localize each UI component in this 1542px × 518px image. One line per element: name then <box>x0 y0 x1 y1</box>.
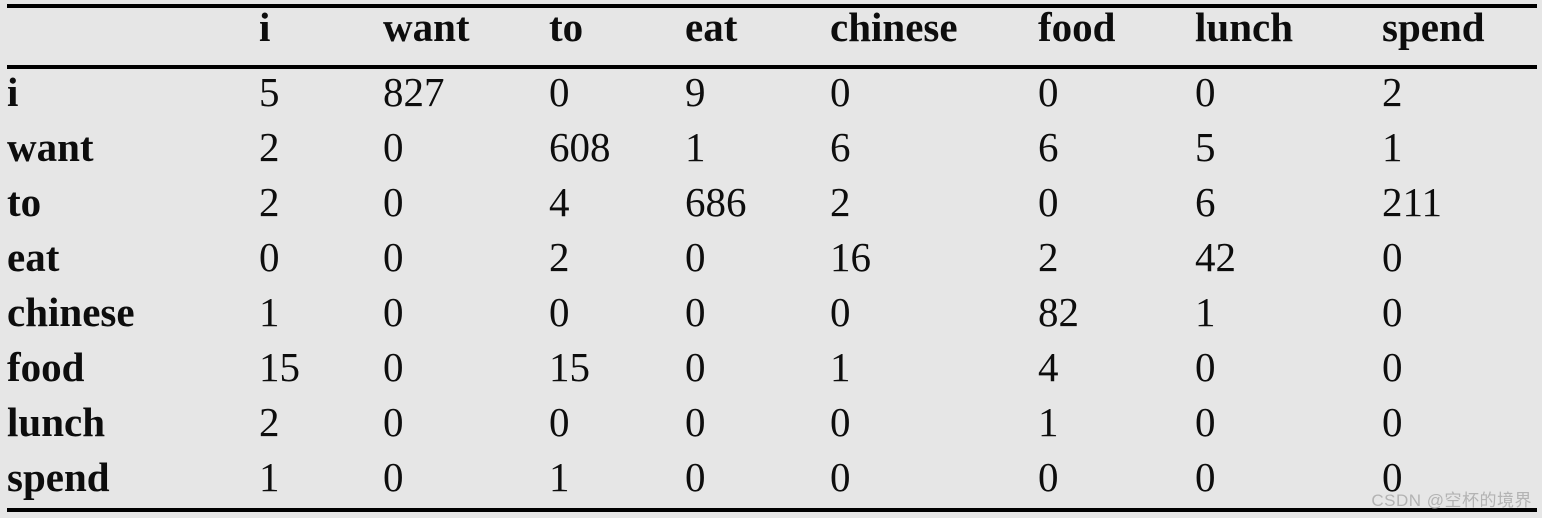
row-label-i: i <box>7 69 19 115</box>
cell-i-i: 5 <box>259 69 280 115</box>
row-label-to: to <box>7 179 42 225</box>
table-bottom-rule <box>7 508 1537 512</box>
cell-food-want: 0 <box>383 344 404 390</box>
cell-chinese-i: 1 <box>259 289 280 335</box>
table-body: i 5 827 0 9 0 0 0 2 want 2 0 608 1 6 6 5 1 to 2 0 4 686 2 0 6 211 e… <box>7 65 1537 505</box>
cell-eat-to: 2 <box>549 234 570 280</box>
cell-spend-lunch: 0 <box>1195 454 1216 500</box>
cell-to-eat: 686 <box>685 179 747 225</box>
table-corner-cell <box>7 0 259 65</box>
cell-chinese-want: 0 <box>383 289 404 335</box>
cell-chinese-spend: 0 <box>1382 289 1403 335</box>
cell-eat-eat: 0 <box>685 234 706 280</box>
cell-i-spend: 2 <box>1382 69 1403 115</box>
table-row: i 5 827 0 9 0 0 0 2 <box>7 65 1537 120</box>
cell-lunch-chinese: 0 <box>830 399 851 445</box>
cell-to-lunch: 6 <box>1195 179 1216 225</box>
cell-i-eat: 9 <box>685 69 706 115</box>
table-row: to 2 0 4 686 2 0 6 211 <box>7 175 1537 230</box>
cell-want-chinese: 6 <box>830 124 851 170</box>
table-row: want 2 0 608 1 6 6 5 1 <box>7 120 1537 175</box>
cell-eat-chinese: 16 <box>830 234 871 280</box>
cell-chinese-to: 0 <box>549 289 570 335</box>
column-header-chinese: chinese <box>830 4 958 50</box>
row-label-spend: spend <box>7 454 110 500</box>
cell-want-to: 608 <box>549 124 611 170</box>
column-header-eat: eat <box>685 4 738 50</box>
table-row: eat 0 0 2 0 16 2 42 0 <box>7 230 1537 285</box>
cell-eat-i: 0 <box>259 234 280 280</box>
cell-chinese-chinese: 0 <box>830 289 851 335</box>
cell-i-lunch: 0 <box>1195 69 1216 115</box>
bigram-count-matrix-figure: i want to eat chinese food lunch spend i… <box>0 0 1542 518</box>
cell-spend-spend: 0 <box>1382 454 1403 500</box>
cell-food-chinese: 1 <box>830 344 851 390</box>
cell-lunch-spend: 0 <box>1382 399 1403 445</box>
column-header-food: food <box>1038 4 1116 50</box>
bigram-count-table: i want to eat chinese food lunch spend i… <box>7 0 1537 505</box>
cell-chinese-lunch: 1 <box>1195 289 1216 335</box>
table-row: spend 1 0 1 0 0 0 0 0 <box>7 450 1537 505</box>
column-header-to: to <box>549 4 584 50</box>
cell-spend-i: 1 <box>259 454 280 500</box>
cell-spend-chinese: 0 <box>830 454 851 500</box>
cell-to-food: 0 <box>1038 179 1059 225</box>
cell-food-i: 15 <box>259 344 300 390</box>
cell-want-eat: 1 <box>685 124 706 170</box>
column-header-want: want <box>383 4 470 50</box>
cell-to-want: 0 <box>383 179 404 225</box>
cell-to-to: 4 <box>549 179 570 225</box>
cell-spend-to: 1 <box>549 454 570 500</box>
cell-i-want: 827 <box>383 69 445 115</box>
cell-spend-eat: 0 <box>685 454 706 500</box>
row-label-chinese: chinese <box>7 289 135 335</box>
table-header-row: i want to eat chinese food lunch spend <box>7 0 1537 65</box>
cell-lunch-want: 0 <box>383 399 404 445</box>
table-head: i want to eat chinese food lunch spend <box>7 0 1537 65</box>
cell-food-spend: 0 <box>1382 344 1403 390</box>
column-header-spend: spend <box>1382 4 1485 50</box>
table-row: chinese 1 0 0 0 0 82 1 0 <box>7 285 1537 340</box>
cell-want-lunch: 5 <box>1195 124 1216 170</box>
cell-want-food: 6 <box>1038 124 1059 170</box>
cell-want-want: 0 <box>383 124 404 170</box>
cell-i-chinese: 0 <box>830 69 851 115</box>
cell-spend-want: 0 <box>383 454 404 500</box>
cell-lunch-eat: 0 <box>685 399 706 445</box>
cell-food-eat: 0 <box>685 344 706 390</box>
cell-eat-food: 2 <box>1038 234 1059 280</box>
cell-to-chinese: 2 <box>830 179 851 225</box>
cell-lunch-i: 2 <box>259 399 280 445</box>
column-header-i: i <box>259 4 271 50</box>
row-label-food: food <box>7 344 85 390</box>
cell-to-spend: 211 <box>1382 179 1442 225</box>
cell-eat-lunch: 42 <box>1195 234 1236 280</box>
row-label-want: want <box>7 124 94 170</box>
cell-food-lunch: 0 <box>1195 344 1216 390</box>
cell-chinese-food: 82 <box>1038 289 1079 335</box>
cell-lunch-lunch: 0 <box>1195 399 1216 445</box>
cell-to-i: 2 <box>259 179 280 225</box>
column-header-lunch: lunch <box>1195 4 1293 50</box>
cell-lunch-food: 1 <box>1038 399 1059 445</box>
cell-i-to: 0 <box>549 69 570 115</box>
cell-i-food: 0 <box>1038 69 1059 115</box>
row-label-lunch: lunch <box>7 399 105 445</box>
cell-want-i: 2 <box>259 124 280 170</box>
table-row: food 15 0 15 0 1 4 0 0 <box>7 340 1537 395</box>
row-label-eat: eat <box>7 234 60 280</box>
cell-chinese-eat: 0 <box>685 289 706 335</box>
cell-eat-spend: 0 <box>1382 234 1403 280</box>
cell-want-spend: 1 <box>1382 124 1403 170</box>
cell-food-to: 15 <box>549 344 590 390</box>
cell-food-food: 4 <box>1038 344 1059 390</box>
cell-spend-food: 0 <box>1038 454 1059 500</box>
cell-eat-want: 0 <box>383 234 404 280</box>
table-row: lunch 2 0 0 0 0 1 0 0 <box>7 395 1537 450</box>
cell-lunch-to: 0 <box>549 399 570 445</box>
